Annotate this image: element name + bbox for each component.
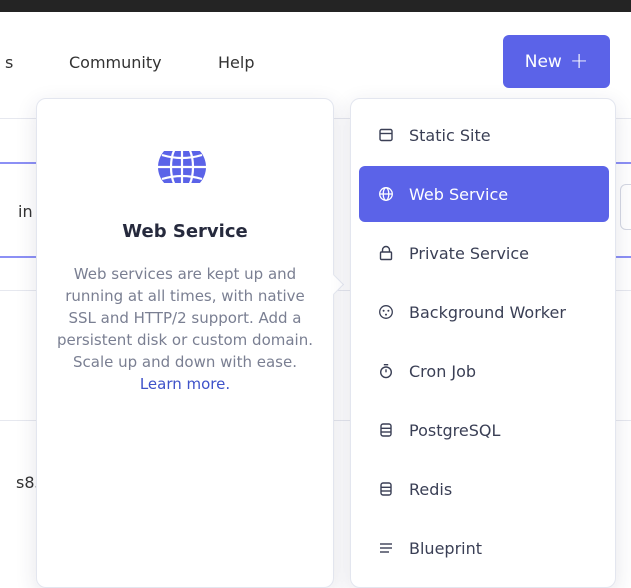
- divider-accent: [0, 256, 36, 258]
- info-card-title: Web Service: [122, 221, 248, 242]
- static-site-icon: [377, 126, 395, 144]
- menu-item-postgresql[interactable]: PostgreSQL: [359, 402, 609, 458]
- info-card-description: Web services are kept up and running at …: [55, 263, 315, 395]
- top-bar-edge: [0, 0, 631, 12]
- info-card-text: Web services are kept up and running at …: [56, 265, 313, 371]
- card-notch: [322, 273, 345, 296]
- nav-item-community[interactable]: Community: [69, 53, 162, 72]
- globe-icon: [156, 141, 208, 193]
- menu-item-label: Cron Job: [409, 361, 477, 381]
- menu-item-label: Static Site: [409, 125, 491, 145]
- menu-item-redis[interactable]: Redis: [359, 461, 609, 517]
- database-icon: [377, 421, 395, 439]
- service-info-card: Web Service Web services are kept up and…: [36, 98, 345, 588]
- lock-icon: [377, 244, 395, 262]
- divider-accent: [616, 162, 631, 164]
- new-service-menu: Static Site Web Service Private Service …: [350, 98, 616, 588]
- blueprint-icon: [377, 539, 395, 557]
- menu-item-label: Web Service: [409, 184, 509, 204]
- menu-item-label: PostgreSQL: [409, 420, 501, 440]
- menu-item-label: Background Worker: [409, 302, 566, 322]
- menu-item-label: Redis: [409, 479, 453, 499]
- nav-item-help[interactable]: Help: [218, 53, 254, 72]
- menu-item-label: Private Service: [409, 243, 529, 263]
- menu-item-cron-job[interactable]: Cron Job: [359, 343, 609, 399]
- background-input: [620, 184, 631, 230]
- globe-icon: [377, 185, 395, 203]
- menu-item-blueprint[interactable]: Blueprint: [359, 520, 609, 576]
- background-row-text: in: [18, 202, 33, 221]
- menu-item-static-site[interactable]: Static Site: [359, 107, 609, 163]
- menu-item-background-worker[interactable]: Background Worker: [359, 284, 609, 340]
- plus-icon: +: [569, 48, 589, 74]
- menu-item-label: Blueprint: [409, 538, 482, 558]
- database-icon: [377, 480, 395, 498]
- stopwatch-icon: [377, 362, 395, 380]
- divider-accent: [616, 256, 631, 258]
- learn-more-link[interactable]: Learn more.: [55, 373, 315, 395]
- menu-item-web-service[interactable]: Web Service: [359, 166, 609, 222]
- new-button-label: New: [524, 51, 562, 72]
- new-button[interactable]: New +: [503, 35, 610, 88]
- divider-accent: [0, 162, 36, 164]
- worker-icon: [377, 303, 395, 321]
- nav-item-partial[interactable]: s: [5, 53, 13, 72]
- menu-item-private-service[interactable]: Private Service: [359, 225, 609, 281]
